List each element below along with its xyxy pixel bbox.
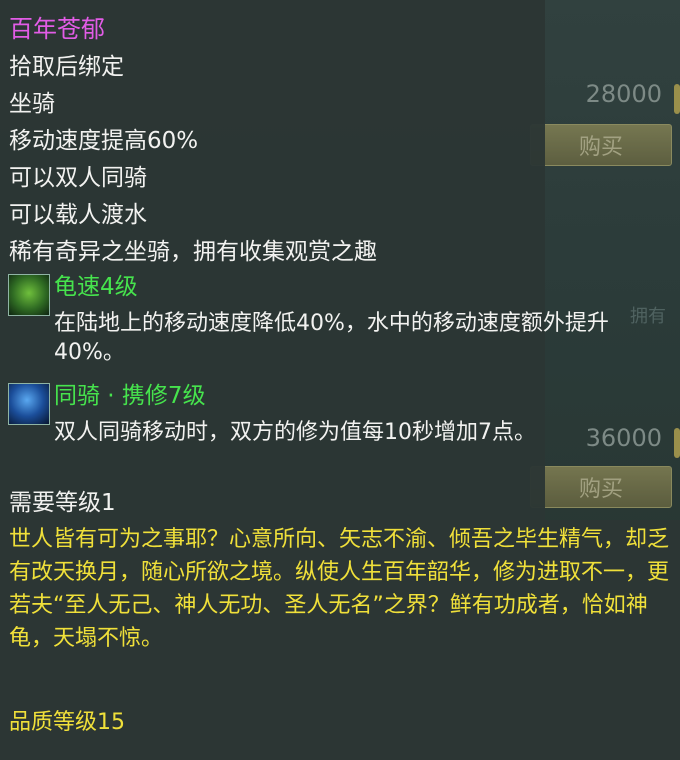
item-price: 28000 <box>585 80 662 108</box>
skill-name: 同骑 · 携修7级 <box>54 383 206 409</box>
faded-label: 拥有 <box>630 306 666 327</box>
quality-level: 品质等级15 <box>9 710 125 735</box>
shared-ride-skill-icon <box>8 383 50 425</box>
item-lore: 世人皆有可为之事耶？心意所向、矢志不渝、倾吾之毕生精气，却乏有改天换月，随心所欲… <box>9 527 670 651</box>
turtle-skill-icon <box>8 274 50 316</box>
item-name: 百年苍郁 <box>9 15 105 43</box>
skill-name: 龟速4级 <box>54 274 138 300</box>
item-property: 可以载人渡水 <box>9 202 147 228</box>
skill-description: 在陆地上的移动速度降低40%，水中的移动速度额外提升40%。 <box>54 311 609 365</box>
item-property: 可以双人同骑 <box>9 165 147 191</box>
item-category: 坐骑 <box>9 91 55 117</box>
level-requirement: 需要等级1 <box>9 490 116 516</box>
item-property: 稀有奇异之坐骑，拥有收集观赏之趣 <box>9 239 377 265</box>
skill-description: 双人同骑移动时，双方的修为值每10秒增加7点。 <box>54 420 536 445</box>
scrollbar-thumb[interactable] <box>674 428 680 458</box>
binding-text: 拾取后绑定 <box>9 54 124 80</box>
scrollbar-thumb[interactable] <box>674 84 680 114</box>
item-property: 移动速度提高60% <box>9 128 199 154</box>
buy-button[interactable]: 购买 <box>530 124 672 166</box>
buy-button[interactable]: 购买 <box>530 466 672 508</box>
